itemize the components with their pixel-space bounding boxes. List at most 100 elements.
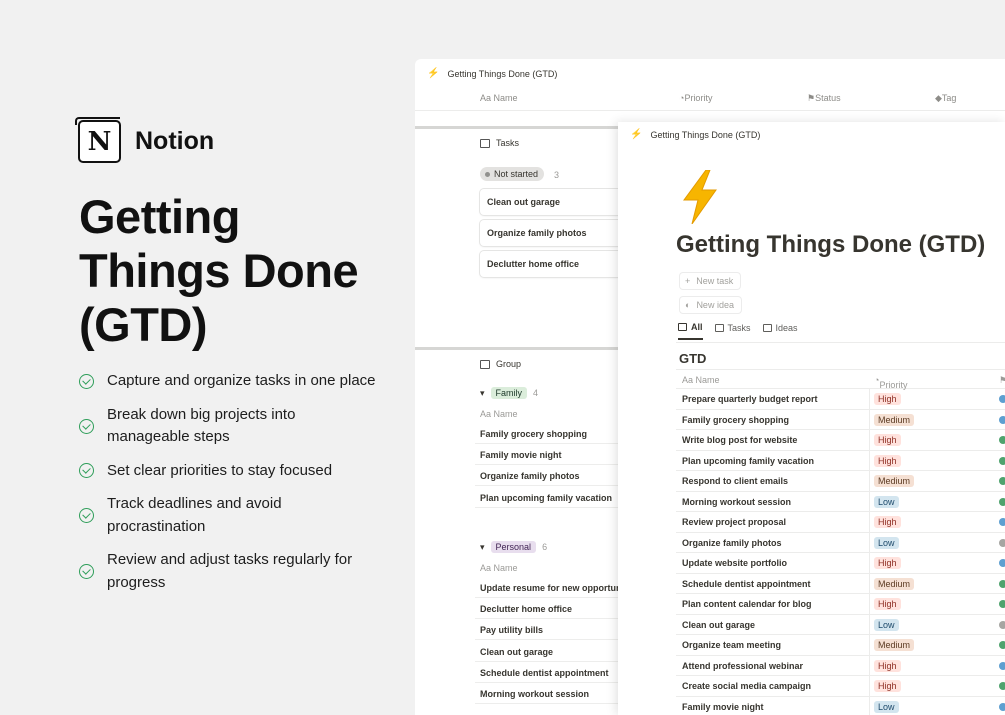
column-divider [869,635,870,655]
group-label-text: Group [496,359,522,369]
priority-badge[interactable]: High [874,659,901,672]
status-indicator[interactable] [999,497,1005,506]
priority-badge[interactable]: High [874,680,901,692]
table-row[interactable]: Morning workout session Low [676,491,1005,512]
tab-ideas[interactable]: Ideas [762,322,798,340]
priority-badge[interactable]: Low [874,495,899,508]
group-view-label[interactable]: Group [480,359,521,369]
status-indicator[interactable] [999,538,1005,547]
priority-badge[interactable]: Medium [874,639,915,651]
table-row[interactable]: Pay utility bills [475,619,635,641]
table-row[interactable]: Write blog post for website High [676,430,1005,451]
table-row[interactable]: Clean out garage Low [676,614,1005,635]
toggle-triangle-icon[interactable]: ▾ [480,388,485,399]
column-divider [869,614,870,634]
table-row[interactable]: Plan upcoming family vacation [475,487,635,508]
section-divider [415,126,625,129]
status-indicator[interactable] [999,477,1005,485]
front-column-header: Aa Name ◔ Priority ⚑ [676,369,1005,390]
priority-badge[interactable]: High [874,434,901,446]
priority-badge[interactable]: Medium [874,475,915,487]
back-window-title-text: Getting Things Done (GTD) [447,68,558,79]
table-row[interactable]: Family grocery shopping [475,423,635,444]
group-header[interactable]: ▾ Family 4 [480,387,538,399]
status-indicator[interactable] [999,415,1005,424]
col-tag[interactable]: ◆ Tag [935,93,956,104]
toggle-triangle-icon[interactable]: ▾ [480,542,485,553]
status-indicator[interactable] [999,620,1005,629]
table-row[interactable]: Family grocery shopping Medium [676,409,1005,430]
check-circle-icon [79,463,94,479]
group-header[interactable]: ▾ Personal 6 [480,541,547,553]
priority-badge[interactable]: Low [874,536,899,549]
table-row[interactable]: Prepare quarterly budget report High [676,389,1005,410]
status-indicator[interactable] [999,682,1005,690]
col-name[interactable]: Aa Name [480,93,518,103]
col-status[interactable]: ⚑ Status [807,93,841,104]
board-card[interactable]: Organize family photos [480,220,630,246]
table-row[interactable]: Organize family photos Low [676,532,1005,553]
front-breadcrumb[interactable]: ⚡ Getting Things Done (GTD) [630,129,760,140]
table-row[interactable]: Plan upcoming family vacation High [676,450,1005,471]
feature-text: Break down big projects into manageable … [107,405,296,446]
status-indicator[interactable] [999,661,1005,670]
col-priority[interactable]: ◔ Priority [679,93,712,103]
priority-badge[interactable]: High [874,557,901,569]
new-idea-button[interactable]: ◐ New idea [679,296,742,314]
status-indicator[interactable] [999,456,1005,465]
feature-item: Review and adjust tasks regularly for pr… [79,549,379,594]
col-status-icon[interactable]: ⚑ [999,375,1005,386]
board-card[interactable]: Declutter home office [480,251,630,277]
status-indicator[interactable] [999,518,1005,526]
table-row[interactable]: Organize team meeting Medium [676,635,1005,656]
priority-badge[interactable]: High [874,516,901,528]
col-name[interactable]: Aa Name [480,409,518,419]
priority-badge[interactable]: High [874,454,901,467]
status-indicator[interactable] [999,559,1005,567]
priority-badge[interactable]: Low [874,700,899,713]
task-name: Review project proposal [682,517,787,527]
col-name[interactable]: Aa Name [480,563,518,573]
feature-item: Set clear priorities to stay focused [79,460,379,483]
priority-badge[interactable]: Medium [874,413,915,426]
table-row[interactable]: Attend professional webinar High [676,655,1005,676]
column-divider [869,450,870,470]
priority-badge[interactable]: Medium [874,577,915,590]
table-row[interactable]: Update resume for new opportunities [475,577,635,598]
priority-badge[interactable]: High [874,393,901,405]
col-name[interactable]: Aa Name [682,375,720,385]
priority-badge[interactable]: High [874,598,901,610]
status-indicator[interactable] [999,579,1005,588]
status-indicator[interactable] [999,702,1005,711]
tab-tasks[interactable]: Tasks [714,322,751,340]
group-count: 6 [542,542,548,552]
table-row[interactable]: Clean out garage [475,641,635,662]
status-indicator[interactable] [999,641,1005,649]
table-row[interactable]: Morning workout session [475,683,635,704]
table-row[interactable]: Schedule dentist appointment [475,662,635,683]
table-row[interactable]: Respond to client emails Medium [676,471,1005,492]
new-task-button[interactable]: + New task [679,272,742,290]
table-row[interactable]: Create social media campaign High [676,676,1005,697]
table-row[interactable]: Declutter home office [475,598,635,620]
group-count: 4 [533,388,539,398]
status-indicator[interactable] [999,436,1005,444]
table-row[interactable]: Plan content calendar for blog High [676,594,1005,615]
table-row[interactable]: Family movie night [475,444,635,466]
table-row[interactable]: Schedule dentist appointment Medium [676,573,1005,594]
board-card[interactable]: Clean out garage [480,189,630,215]
table-row[interactable]: Organize family photos [475,465,635,487]
column-divider [869,471,870,491]
table-row[interactable]: Review project proposal High [676,512,1005,533]
plus-icon: + [685,276,691,286]
table-row[interactable]: Family movie night Low [676,696,1005,715]
board-count: 3 [554,170,560,180]
status-indicator[interactable] [999,395,1005,403]
status-indicator[interactable] [999,600,1005,608]
tab-all[interactable]: All [678,322,703,340]
board-view-label[interactable]: Tasks [480,138,519,148]
table-row[interactable]: Update website portfolio High [676,553,1005,574]
status-pill-not-started[interactable]: Not started [480,167,545,181]
col-priority[interactable]: ◔ Priority [874,375,907,390]
priority-badge[interactable]: Low [874,618,899,631]
